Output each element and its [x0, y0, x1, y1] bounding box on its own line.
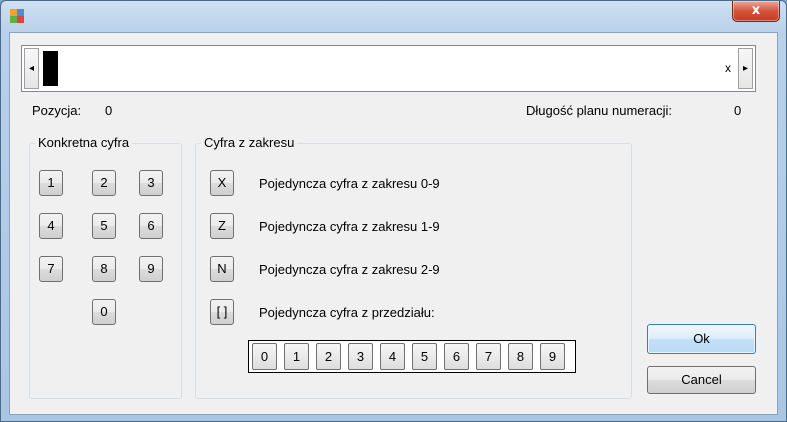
interval-digit-3[interactable]: 3	[348, 343, 373, 370]
dialog-window: x ◂ x ▸ Pozycja: 0 Długość planu numerac…	[0, 0, 787, 422]
interval-digit-2[interactable]: 2	[316, 343, 341, 370]
scroll-left-button[interactable]: ◂	[24, 48, 39, 89]
digit-button-4[interactable]: 4	[39, 213, 63, 239]
interval-digit-5[interactable]: 5	[412, 343, 437, 370]
interval-digit-4[interactable]: 4	[380, 343, 405, 370]
arrow-left-icon: ◂	[28, 63, 35, 74]
range-button-n[interactable]: N	[210, 256, 234, 282]
range-text-1-9: Pojedyncza cyfra z zakresu 1-9	[259, 219, 440, 234]
range-button-z[interactable]: Z	[210, 213, 234, 239]
specific-digit-title: Konkretna cyfra	[35, 135, 133, 151]
interval-digit-9[interactable]: 9	[540, 343, 565, 370]
arrow-right-icon: ▸	[742, 63, 749, 74]
interval-digit-8[interactable]: 8	[508, 343, 533, 370]
digit-button-7[interactable]: 7	[39, 256, 63, 282]
position-value: 0	[105, 103, 113, 118]
range-text-0-9: Pojedyncza cyfra z zakresu 0-9	[259, 176, 440, 191]
numbering-plan-field[interactable]: ◂ x ▸	[21, 45, 756, 92]
interval-digit-0[interactable]: 0	[252, 343, 277, 370]
range-digit-title: Cyfra z zakresu	[201, 135, 298, 151]
digit-button-3[interactable]: 3	[139, 170, 163, 196]
app-icon	[10, 9, 24, 23]
digit-button-0[interactable]: 0	[92, 299, 116, 325]
close-button[interactable]: x	[732, 1, 780, 22]
digit-button-2[interactable]: 2	[92, 170, 116, 196]
clear-plan-button[interactable]: x	[721, 48, 735, 89]
length-label: Długość planu numeracji:	[526, 103, 672, 118]
interval-digit-1[interactable]: 1	[284, 343, 309, 370]
cancel-button[interactable]: Cancel	[647, 366, 756, 394]
digit-button-6[interactable]: 6	[139, 213, 163, 239]
interval-digit-6[interactable]: 6	[444, 343, 469, 370]
scroll-right-button[interactable]: ▸	[738, 48, 753, 89]
close-icon: x	[751, 3, 761, 18]
range-text-2-9: Pojedyncza cyfra z zakresu 2-9	[259, 262, 440, 277]
length-value: 0	[734, 103, 742, 118]
dialog-client-area: ◂ x ▸ Pozycja: 0 Długość planu numeracji…	[9, 32, 778, 415]
interval-digit-selector: 0 1 2 3 4 5 6 7 8 9	[248, 340, 576, 373]
plan-cursor	[43, 51, 58, 86]
position-label: Pozycja:	[32, 103, 82, 118]
digit-button-5[interactable]: 5	[92, 213, 116, 239]
range-text-interval: Pojedyncza cyfra z przedziału:	[259, 305, 435, 320]
digit-button-8[interactable]: 8	[92, 256, 116, 282]
digit-button-1[interactable]: 1	[39, 170, 63, 196]
range-button-x[interactable]: X	[210, 170, 234, 196]
digit-button-9[interactable]: 9	[139, 256, 163, 282]
title-bar[interactable]: x	[1, 1, 786, 31]
ok-button[interactable]: Ok	[647, 324, 756, 354]
range-button-interval[interactable]: [ ]	[210, 299, 234, 325]
interval-digit-7[interactable]: 7	[476, 343, 501, 370]
